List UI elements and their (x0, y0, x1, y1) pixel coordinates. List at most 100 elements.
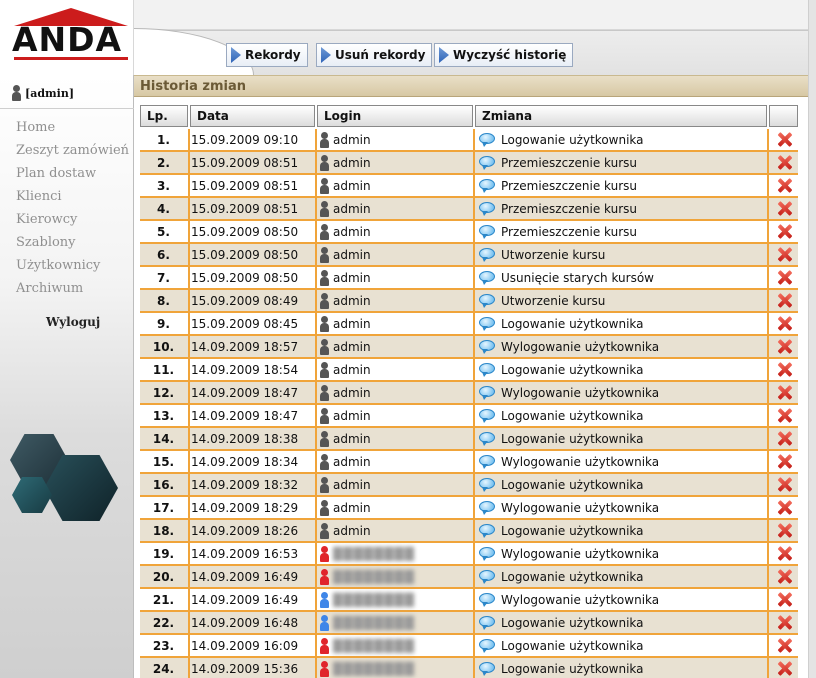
delete-x-icon[interactable] (777, 523, 792, 538)
user-icon (320, 384, 329, 401)
clear-history-button[interactable]: Wyczyść historię (434, 43, 574, 67)
delete-row-button[interactable] (770, 336, 798, 357)
delete-row-button[interactable] (770, 658, 798, 678)
delete-x-icon[interactable] (777, 569, 792, 584)
delete-x-icon[interactable] (777, 615, 792, 630)
delete-row-button[interactable] (770, 635, 798, 656)
user-icon (320, 177, 329, 194)
delete-row-button[interactable] (770, 589, 798, 610)
nav-home[interactable]: Home (16, 120, 55, 135)
column-divider (473, 244, 475, 265)
table-row: 10. 14.09.2009 18:57 admin Wylogowanie u… (140, 336, 798, 359)
login-text: admin (333, 316, 371, 331)
delete-x-icon[interactable] (777, 408, 792, 423)
records-button[interactable]: Rekordy (226, 43, 308, 67)
delete-x-icon[interactable] (777, 293, 792, 308)
login-text: admin (333, 385, 371, 400)
row-date: 15.09.2009 08:49 (191, 293, 299, 308)
delete-row-button[interactable] (770, 313, 798, 334)
delete-records-button[interactable]: Usuń rekordy (316, 43, 433, 67)
delete-row-button[interactable] (770, 244, 798, 265)
change-text: Przemieszczenie kursu (501, 178, 637, 193)
nav-clients[interactable]: Klienci (16, 189, 62, 204)
user-icon (320, 292, 329, 309)
user-icon (320, 269, 329, 286)
delete-row-button[interactable] (770, 543, 798, 564)
column-divider (767, 382, 769, 403)
logout-link[interactable]: Wyloguj (46, 315, 100, 329)
user-icon (12, 85, 21, 101)
speech-bubble-icon (479, 593, 495, 607)
nav-users[interactable]: Użytkownicy (16, 258, 100, 273)
column-divider (473, 451, 475, 472)
row-change: Logowanie użytkownika (476, 129, 770, 150)
table-row: 15. 14.09.2009 18:34 admin Wylogowanie u… (140, 451, 798, 474)
row-change: Logowanie użytkownika (476, 566, 770, 587)
nav-drivers[interactable]: Kierowcy (16, 212, 77, 227)
nav-delivery-plan[interactable]: Plan dostaw (16, 166, 96, 181)
row-number: 20. (152, 569, 175, 584)
delete-x-icon[interactable] (777, 155, 792, 170)
row-login: admin (318, 152, 472, 173)
row-date: 15.09.2009 08:50 (191, 224, 299, 239)
delete-row-button[interactable] (770, 566, 798, 587)
delete-x-icon[interactable] (777, 132, 792, 147)
delete-row-button[interactable] (770, 451, 798, 472)
delete-x-icon[interactable] (777, 638, 792, 653)
delete-x-icon[interactable] (777, 316, 792, 331)
delete-row-button[interactable] (770, 612, 798, 633)
nav-archive[interactable]: Archiwum (16, 281, 83, 296)
nav-orders[interactable]: Zeszyt zamówień (16, 143, 129, 158)
delete-row-button[interactable] (770, 382, 798, 403)
delete-row-button[interactable] (770, 405, 798, 426)
row-number: 6. (157, 247, 170, 262)
delete-row-button[interactable] (770, 359, 798, 380)
change-text: Logowanie użytkownika (501, 362, 644, 377)
column-divider (473, 382, 475, 403)
row-login: admin (318, 175, 472, 196)
delete-x-icon[interactable] (777, 477, 792, 492)
delete-x-icon[interactable] (777, 592, 792, 607)
delete-x-icon[interactable] (777, 224, 792, 239)
delete-row-button[interactable] (770, 428, 798, 449)
delete-row-button[interactable] (770, 497, 798, 518)
delete-row-button[interactable] (770, 198, 798, 219)
delete-row-button[interactable] (770, 290, 798, 311)
delete-x-icon[interactable] (777, 454, 792, 469)
delete-x-icon[interactable] (777, 661, 792, 676)
row-login: admin (318, 336, 472, 357)
delete-row-button[interactable] (770, 152, 798, 173)
row-date: 15.09.2009 08:51 (191, 155, 299, 170)
user-icon (320, 154, 329, 171)
delete-x-icon[interactable] (777, 546, 792, 561)
row-login: admin (318, 221, 472, 242)
delete-x-icon[interactable] (777, 201, 792, 216)
delete-x-icon[interactable] (777, 178, 792, 193)
change-text: Wylogowanie użytkownika (501, 385, 660, 400)
delete-row-button[interactable] (770, 221, 798, 242)
delete-row-button[interactable] (770, 474, 798, 495)
delete-x-icon[interactable] (777, 431, 792, 446)
delete-x-icon[interactable] (777, 385, 792, 400)
delete-row-button[interactable] (770, 520, 798, 541)
column-divider (315, 359, 317, 380)
nav-templates[interactable]: Szablony (16, 235, 76, 250)
delete-x-icon[interactable] (777, 362, 792, 377)
row-number: 5. (157, 224, 170, 239)
row-change: Wylogowanie użytkownika (476, 336, 770, 357)
speech-bubble-icon (479, 409, 495, 423)
delete-row-button[interactable] (770, 175, 798, 196)
delete-row-button[interactable] (770, 267, 798, 288)
row-date: 14.09.2009 18:47 (191, 408, 299, 423)
speech-bubble-icon (479, 524, 495, 538)
delete-row-button[interactable] (770, 129, 798, 150)
row-change: Przemieszczenie kursu (476, 198, 770, 219)
row-number: 12. (152, 385, 175, 400)
delete-x-icon[interactable] (777, 500, 792, 515)
delete-x-icon[interactable] (777, 270, 792, 285)
speech-bubble-icon (479, 386, 495, 400)
delete-x-icon[interactable] (777, 247, 792, 262)
table-row: 20. 14.09.2009 16:49 ████████ Logowanie … (140, 566, 798, 589)
delete-x-icon[interactable] (777, 339, 792, 354)
change-text: Wylogowanie użytkownika (501, 592, 660, 607)
